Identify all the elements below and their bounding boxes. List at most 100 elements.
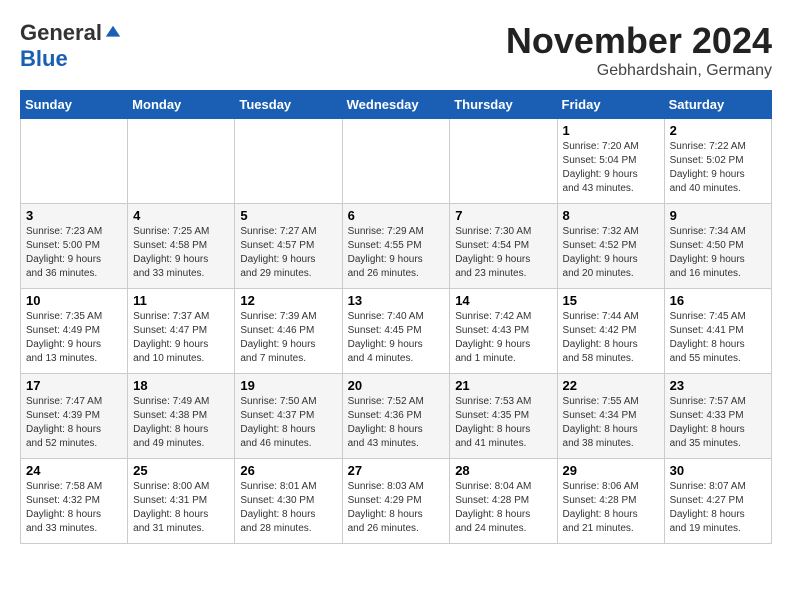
day-cell — [342, 119, 450, 204]
day-cell: 17 Sunrise: 7:47 AM Sunset: 4:39 PM Dayli… — [21, 374, 128, 459]
day-cell: 30 Sunrise: 8:07 AM Sunset: 4:27 PM Dayli… — [664, 459, 771, 544]
day-info: Sunrise: 7:25 AM Sunset: 4:58 PM Dayligh… — [133, 225, 229, 281]
day-info: Sunrise: 7:55 AM Sunset: 4:34 PM Dayligh… — [563, 395, 659, 451]
day-info: Sunrise: 7:57 AM Sunset: 4:33 PM Dayligh… — [670, 395, 766, 451]
day-number: 27 — [348, 463, 445, 478]
day-number: 17 — [26, 378, 122, 393]
day-number: 24 — [26, 463, 122, 478]
day-info: Sunrise: 7:29 AM Sunset: 4:55 PM Dayligh… — [348, 225, 445, 281]
col-header-friday: Friday — [557, 91, 664, 119]
day-cell: 18 Sunrise: 7:49 AM Sunset: 4:38 PM Dayli… — [128, 374, 235, 459]
day-cell: 28 Sunrise: 8:04 AM Sunset: 4:28 PM Dayli… — [450, 459, 557, 544]
day-info: Sunrise: 8:04 AM Sunset: 4:28 PM Dayligh… — [455, 480, 551, 536]
logo-general-text: General — [20, 20, 102, 46]
day-cell: 2Sunrise: 7:22 AM Sunset: 5:02 PM Daylig… — [664, 119, 771, 204]
day-number: 21 — [455, 378, 551, 393]
day-info: Sunrise: 7:49 AM Sunset: 4:38 PM Dayligh… — [133, 395, 229, 451]
day-number: 29 — [563, 463, 659, 478]
day-info: Sunrise: 7:58 AM Sunset: 4:32 PM Dayligh… — [26, 480, 122, 536]
week-row-5: 24 Sunrise: 7:58 AM Sunset: 4:32 PM Dayli… — [21, 459, 772, 544]
day-cell: 23 Sunrise: 7:57 AM Sunset: 4:33 PM Dayli… — [664, 374, 771, 459]
day-number: 14 — [455, 293, 551, 308]
day-cell: 7 Sunrise: 7:30 AM Sunset: 4:54 PM Daylig… — [450, 204, 557, 289]
day-info: Sunrise: 7:23 AM Sunset: 5:00 PM Dayligh… — [26, 225, 122, 281]
logo-blue-text: Blue — [20, 46, 68, 72]
day-cell — [235, 119, 342, 204]
day-cell: 24 Sunrise: 7:58 AM Sunset: 4:32 PM Dayli… — [21, 459, 128, 544]
week-row-2: 3 Sunrise: 7:23 AM Sunset: 5:00 PM Daylig… — [21, 204, 772, 289]
col-header-tuesday: Tuesday — [235, 91, 342, 119]
day-number: 9 — [670, 208, 766, 223]
day-cell: 13 Sunrise: 7:40 AM Sunset: 4:45 PM Dayli… — [342, 289, 450, 374]
day-cell: 26Sunrise: 8:01 AM Sunset: 4:30 PM Dayli… — [235, 459, 342, 544]
day-info: Sunrise: 7:47 AM Sunset: 4:39 PM Dayligh… — [26, 395, 122, 451]
day-number: 19 — [240, 378, 336, 393]
day-number: 7 — [455, 208, 551, 223]
day-number: 18 — [133, 378, 229, 393]
day-cell: 5Sunrise: 7:27 AM Sunset: 4:57 PM Daylig… — [235, 204, 342, 289]
day-number: 3 — [26, 208, 122, 223]
day-cell: 11Sunrise: 7:37 AM Sunset: 4:47 PM Dayli… — [128, 289, 235, 374]
day-cell — [450, 119, 557, 204]
col-header-saturday: Saturday — [664, 91, 771, 119]
col-header-monday: Monday — [128, 91, 235, 119]
day-info: Sunrise: 7:39 AM Sunset: 4:46 PM Dayligh… — [240, 310, 336, 366]
col-header-wednesday: Wednesday — [342, 91, 450, 119]
day-cell: 6 Sunrise: 7:29 AM Sunset: 4:55 PM Daylig… — [342, 204, 450, 289]
day-number: 22 — [563, 378, 659, 393]
day-number: 20 — [348, 378, 445, 393]
day-info: Sunrise: 8:03 AM Sunset: 4:29 PM Dayligh… — [348, 480, 445, 536]
day-number: 26 — [240, 463, 336, 478]
day-number: 25 — [133, 463, 229, 478]
day-number: 6 — [348, 208, 445, 223]
week-row-1: 1 Sunrise: 7:20 AM Sunset: 5:04 PM Daylig… — [21, 119, 772, 204]
day-cell: 25 Sunrise: 8:00 AM Sunset: 4:31 PM Dayli… — [128, 459, 235, 544]
day-number: 13 — [348, 293, 445, 308]
day-number: 10 — [26, 293, 122, 308]
day-info: Sunrise: 7:22 AM Sunset: 5:02 PM Dayligh… — [670, 140, 766, 196]
logo-icon — [104, 24, 122, 42]
day-number: 30 — [670, 463, 766, 478]
week-row-3: 10 Sunrise: 7:35 AM Sunset: 4:49 PM Dayli… — [21, 289, 772, 374]
col-header-sunday: Sunday — [21, 91, 128, 119]
day-info: Sunrise: 7:52 AM Sunset: 4:36 PM Dayligh… — [348, 395, 445, 451]
day-cell: 22 Sunrise: 7:55 AM Sunset: 4:34 PM Dayli… — [557, 374, 664, 459]
day-cell: 12 Sunrise: 7:39 AM Sunset: 4:46 PM Dayli… — [235, 289, 342, 374]
day-number: 23 — [670, 378, 766, 393]
day-info: Sunrise: 8:07 AM Sunset: 4:27 PM Dayligh… — [670, 480, 766, 536]
day-cell: 9 Sunrise: 7:34 AM Sunset: 4:50 PM Daylig… — [664, 204, 771, 289]
day-info: Sunrise: 8:06 AM Sunset: 4:28 PM Dayligh… — [563, 480, 659, 536]
day-cell: 21Sunrise: 7:53 AM Sunset: 4:35 PM Dayli… — [450, 374, 557, 459]
day-info: Sunrise: 7:35 AM Sunset: 4:49 PM Dayligh… — [26, 310, 122, 366]
day-number: 1 — [563, 123, 659, 138]
day-info: Sunrise: 7:30 AM Sunset: 4:54 PM Dayligh… — [455, 225, 551, 281]
day-info: Sunrise: 8:00 AM Sunset: 4:31 PM Dayligh… — [133, 480, 229, 536]
col-header-thursday: Thursday — [450, 91, 557, 119]
day-info: Sunrise: 7:20 AM Sunset: 5:04 PM Dayligh… — [563, 140, 659, 196]
day-number: 12 — [240, 293, 336, 308]
calendar-table: SundayMondayTuesdayWednesdayThursdayFrid… — [20, 90, 772, 544]
day-info: Sunrise: 7:42 AM Sunset: 4:43 PM Dayligh… — [455, 310, 551, 366]
logo: General Blue — [20, 20, 122, 72]
day-number: 5 — [240, 208, 336, 223]
day-info: Sunrise: 7:40 AM Sunset: 4:45 PM Dayligh… — [348, 310, 445, 366]
day-number: 8 — [563, 208, 659, 223]
day-number: 28 — [455, 463, 551, 478]
day-number: 16 — [670, 293, 766, 308]
day-cell: 27 Sunrise: 8:03 AM Sunset: 4:29 PM Dayli… — [342, 459, 450, 544]
day-info: Sunrise: 7:34 AM Sunset: 4:50 PM Dayligh… — [670, 225, 766, 281]
day-cell: 3 Sunrise: 7:23 AM Sunset: 5:00 PM Daylig… — [21, 204, 128, 289]
header-row: SundayMondayTuesdayWednesdayThursdayFrid… — [21, 91, 772, 119]
page-header: General Blue November 2024 Gebhardshain,… — [20, 20, 772, 80]
day-cell: 16Sunrise: 7:45 AM Sunset: 4:41 PM Dayli… — [664, 289, 771, 374]
day-info: Sunrise: 7:37 AM Sunset: 4:47 PM Dayligh… — [133, 310, 229, 366]
day-cell: 20 Sunrise: 7:52 AM Sunset: 4:36 PM Dayli… — [342, 374, 450, 459]
day-cell: 1 Sunrise: 7:20 AM Sunset: 5:04 PM Daylig… — [557, 119, 664, 204]
day-cell — [128, 119, 235, 204]
day-number: 15 — [563, 293, 659, 308]
week-row-4: 17 Sunrise: 7:47 AM Sunset: 4:39 PM Dayli… — [21, 374, 772, 459]
day-cell: 29 Sunrise: 8:06 AM Sunset: 4:28 PM Dayli… — [557, 459, 664, 544]
day-cell: 10 Sunrise: 7:35 AM Sunset: 4:49 PM Dayli… — [21, 289, 128, 374]
location-title: Gebhardshain, Germany — [506, 62, 772, 80]
day-info: Sunrise: 7:50 AM Sunset: 4:37 PM Dayligh… — [240, 395, 336, 451]
